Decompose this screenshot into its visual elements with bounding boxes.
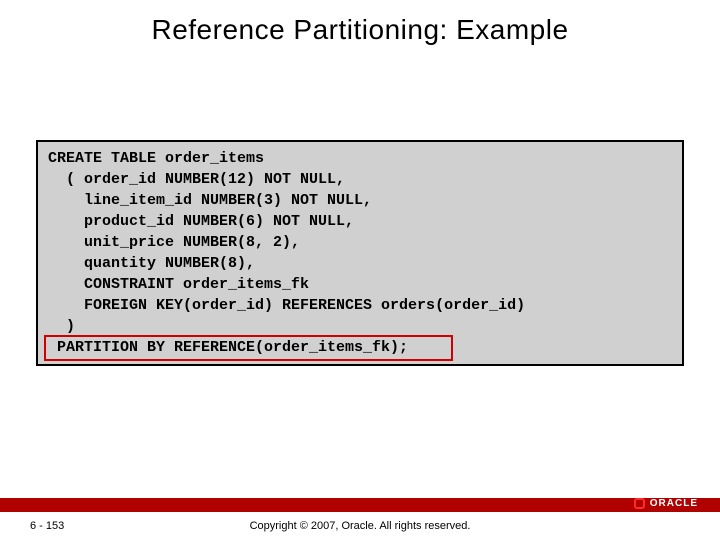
oracle-logo: ORACLE (634, 498, 698, 509)
code-line: ) (48, 318, 75, 335)
code-line: ( order_id NUMBER(12) NOT NULL, (48, 171, 345, 188)
code-line: quantity NUMBER(8), (48, 255, 255, 272)
oracle-o-icon (634, 498, 645, 509)
copyright-text: Copyright © 2007, Oracle. All rights res… (0, 520, 720, 532)
code-line: FOREIGN KEY(order_id) REFERENCES orders(… (48, 297, 525, 314)
slide: Reference Partitioning: Example CREATE T… (0, 0, 720, 540)
slide-title: Reference Partitioning: Example (0, 14, 720, 46)
code-line: CREATE TABLE order_items (48, 150, 264, 167)
code-line: PARTITION BY REFERENCE(order_items_fk); (48, 339, 408, 356)
code-block: CREATE TABLE order_items ( order_id NUMB… (48, 148, 672, 358)
code-line: product_id NUMBER(6) NOT NULL, (48, 213, 354, 230)
code-line: unit_price NUMBER(8, 2), (48, 234, 300, 251)
footer-bar (0, 498, 720, 512)
code-line: line_item_id NUMBER(3) NOT NULL, (48, 192, 372, 209)
code-box: CREATE TABLE order_items ( order_id NUMB… (36, 140, 684, 366)
oracle-logo-text: ORACLE (650, 498, 698, 509)
code-line: CONSTRAINT order_items_fk (48, 276, 309, 293)
